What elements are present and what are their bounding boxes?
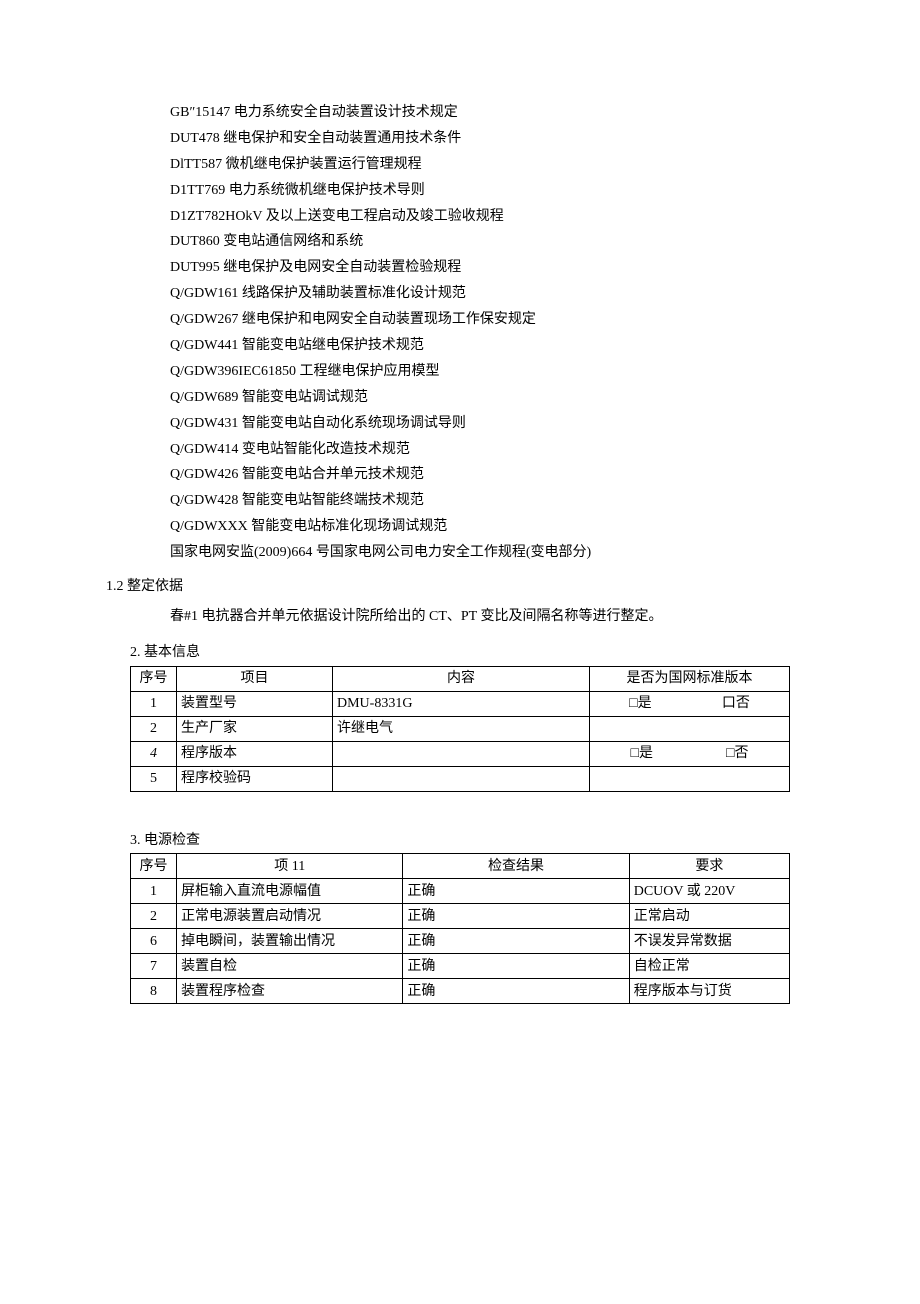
col-header-result: 检查结果 [403,854,629,879]
checkbox-yes: □是 [631,743,653,764]
table-row: 7 装置自检 正确 自检正常 [131,954,790,979]
cell-seq: 1 [131,691,177,716]
section-2-title: 2. 基本信息 [130,640,790,666]
reference-item: GB″15147 电力系统安全自动装置设计技术规定 [170,100,790,126]
cell-seq: 2 [131,716,177,741]
checkbox-no: □否 [726,743,748,764]
table-header-row: 序号 项 11 检查结果 要求 [131,854,790,879]
table-row: 4 程序版本 □是 □否 [131,741,790,766]
cell-seq: 2 [131,904,177,929]
cell-project: 程序校验码 [177,766,333,791]
checkbox-yes: □是 [629,693,651,714]
cell-requirement: 程序版本与订货 [629,979,789,1004]
reference-item: DUT995 继电保护及电网安全自动装置检验规程 [170,255,790,281]
references-list: GB″15147 电力系统安全自动装置设计技术规定 DUT478 继电保护和安全… [170,100,790,566]
cell-standard: □是 □否 [590,741,790,766]
col-header-item: 项 11 [177,854,403,879]
cell-result: 正确 [403,879,629,904]
col-header-standard: 是否为国网标准版本 [590,666,790,691]
reference-item: Q/GDW396IEC61850 工程继电保护应用模型 [170,359,790,385]
section-3-title: 3. 电源检查 [130,828,790,854]
cell-seq: 4 [131,741,177,766]
cell-seq: 1 [131,879,177,904]
cell-item: 正常电源装置启动情况 [177,904,403,929]
cell-standard [590,766,790,791]
cell-requirement: 正常启动 [629,904,789,929]
reference-item: 国家电网安监(2009)664 号国家电网公司电力安全工作规程(变电部分) [170,540,790,566]
cell-seq: 6 [131,929,177,954]
cell-requirement: 自检正常 [629,954,789,979]
cell-content [333,741,590,766]
cell-item: 掉电瞬间，装置输出情况 [177,929,403,954]
cell-project: 生产厂家 [177,716,333,741]
power-check-table: 序号 项 11 检查结果 要求 1 屏柜输入直流电源幅值 正确 DCUOV 或 … [130,853,790,1004]
reference-item: Q/GDW428 智能变电站智能终端技术规范 [170,488,790,514]
col-header-seq: 序号 [131,854,177,879]
cell-seq: 7 [131,954,177,979]
reference-item: Q/GDW161 线路保护及辅助装置标准化设计规范 [170,281,790,307]
cell-content [333,766,590,791]
reference-item: D1TT769 电力系统微机继电保护技术导则 [170,178,790,204]
cell-result: 正确 [403,904,629,929]
table-header-row: 序号 项目 内容 是否为国网标准版本 [131,666,790,691]
section-1-2-body: 春#1 电抗器合并单元依据设计院所给出的 CT、PT 变比及间隔名称等进行整定。 [170,604,790,630]
cell-content: 许继电气 [333,716,590,741]
cell-seq: 8 [131,979,177,1004]
reference-item: Q/GDWXXX 智能变电站标准化现场调试规范 [170,514,790,540]
cell-result: 正确 [403,979,629,1004]
reference-item: Q/GDW426 智能变电站合并单元技术规范 [170,462,790,488]
cell-item: 装置程序检查 [177,979,403,1004]
reference-item: Q/GDW441 智能变电站继电保护技术规范 [170,333,790,359]
reference-item: D1ZT782HOkV 及以上送变电工程启动及竣工验收规程 [170,204,790,230]
col-header-project: 项目 [177,666,333,691]
cell-standard: □是 口否 [590,691,790,716]
cell-requirement: DCUOV 或 220V [629,879,789,904]
cell-content: DMU-8331G [333,691,590,716]
cell-project: 装置型号 [177,691,333,716]
cell-item: 屏柜输入直流电源幅值 [177,879,403,904]
cell-project: 程序版本 [177,741,333,766]
reference-item: DUT860 变电站通信网络和系统 [170,229,790,255]
cell-result: 正确 [403,929,629,954]
reference-item: DlTT587 微机继电保护装置运行管理规程 [170,152,790,178]
col-header-requirement: 要求 [629,854,789,879]
cell-seq: 5 [131,766,177,791]
table-row: 8 装置程序检查 正确 程序版本与订货 [131,979,790,1004]
col-header-seq: 序号 [131,666,177,691]
table-row: 2 正常电源装置启动情况 正确 正常启动 [131,904,790,929]
table-row: 6 掉电瞬间，装置输出情况 正确 不误发异常数据 [131,929,790,954]
reference-item: Q/GDW267 继电保护和电网安全自动装置现场工作保安规定 [170,307,790,333]
table-row: 1 装置型号 DMU-8331G □是 口否 [131,691,790,716]
col-header-content: 内容 [333,666,590,691]
cell-result: 正确 [403,954,629,979]
reference-item: DUT478 继电保护和安全自动装置通用技术条件 [170,126,790,152]
cell-requirement: 不误发异常数据 [629,929,789,954]
reference-item: Q/GDW431 智能变电站自动化系统现场调试导则 [170,411,790,437]
reference-item: Q/GDW689 智能变电站调试规范 [170,385,790,411]
table-row: 5 程序校验码 [131,766,790,791]
table-row: 1 屏柜输入直流电源幅值 正确 DCUOV 或 220V [131,879,790,904]
checkbox-no: 口否 [722,693,750,714]
cell-item: 装置自检 [177,954,403,979]
cell-standard [590,716,790,741]
basic-info-table: 序号 项目 内容 是否为国网标准版本 1 装置型号 DMU-8331G □是 口… [130,666,790,792]
reference-item: Q/GDW414 变电站智能化改造技术规范 [170,437,790,463]
table-row: 2 生产厂家 许继电气 [131,716,790,741]
section-1-2-heading: 1.2 整定依据 [106,574,790,600]
